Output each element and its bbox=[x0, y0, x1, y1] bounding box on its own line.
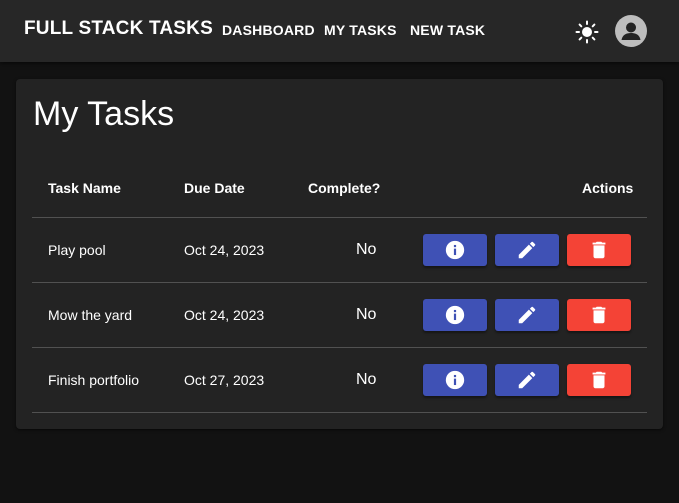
account-avatar-button[interactable] bbox=[615, 15, 647, 47]
table-row: Play pool Oct 24, 2023 No bbox=[32, 218, 647, 283]
sun-icon bbox=[575, 20, 599, 44]
complete-cell: No bbox=[356, 306, 377, 323]
app-bar: FULL STACK TASKS DASHBOARD MY TASKS NEW … bbox=[0, 0, 679, 62]
due-date-cell: Oct 24, 2023 bbox=[184, 242, 265, 258]
edit-button[interactable] bbox=[495, 364, 559, 396]
task-name-cell: Play pool bbox=[48, 242, 106, 258]
pencil-icon bbox=[518, 241, 536, 259]
info-icon bbox=[445, 305, 465, 325]
task-name-cell: Mow the yard bbox=[48, 307, 133, 323]
info-icon bbox=[445, 240, 465, 260]
theme-toggle-button[interactable] bbox=[574, 19, 600, 45]
nav-dashboard[interactable]: DASHBOARD bbox=[222, 22, 315, 38]
delete-button[interactable] bbox=[567, 299, 631, 331]
column-header-complete: Complete? bbox=[308, 180, 381, 196]
tasks-table: Task Name Due Date Complete? Actions Pla… bbox=[32, 155, 647, 413]
page-title: My Tasks bbox=[33, 95, 175, 133]
nav-my-tasks[interactable]: MY TASKS bbox=[324, 22, 397, 38]
app-title[interactable]: FULL STACK TASKS bbox=[24, 18, 213, 40]
pencil-icon bbox=[518, 371, 536, 389]
nav-new-task[interactable]: NEW TASK bbox=[410, 22, 485, 38]
delete-button[interactable] bbox=[567, 364, 631, 396]
trash-icon bbox=[592, 306, 606, 324]
task-name-cell: Finish portfolio bbox=[48, 372, 140, 388]
tasks-card: My Tasks Task Name Due Date Complete? Ac… bbox=[16, 79, 663, 429]
table-row: Mow the yard Oct 24, 2023 No bbox=[32, 283, 647, 348]
column-header-actions: Actions bbox=[582, 180, 634, 196]
info-icon bbox=[445, 370, 465, 390]
edit-button[interactable] bbox=[495, 234, 559, 266]
info-button[interactable] bbox=[423, 234, 487, 266]
trash-icon bbox=[592, 241, 606, 259]
column-header-task-name: Task Name bbox=[48, 180, 121, 196]
trash-icon bbox=[592, 371, 606, 389]
edit-button[interactable] bbox=[495, 299, 559, 331]
info-button[interactable] bbox=[423, 299, 487, 331]
pencil-icon bbox=[518, 306, 536, 324]
complete-cell: No bbox=[356, 371, 377, 388]
account-circle-icon bbox=[621, 22, 641, 40]
delete-button[interactable] bbox=[567, 234, 631, 266]
table-row: Finish portfolio Oct 27, 2023 No bbox=[32, 348, 647, 413]
due-date-cell: Oct 24, 2023 bbox=[184, 307, 265, 323]
info-button[interactable] bbox=[423, 364, 487, 396]
due-date-cell: Oct 27, 2023 bbox=[184, 372, 265, 388]
complete-cell: No bbox=[356, 241, 377, 258]
column-header-due-date: Due Date bbox=[184, 180, 245, 196]
table-header-row: Task Name Due Date Complete? Actions bbox=[32, 155, 647, 218]
